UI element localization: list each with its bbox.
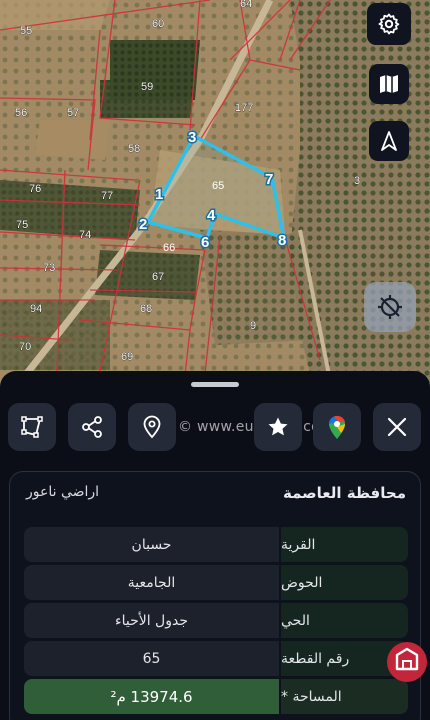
parcel-number-value: 65 <box>24 641 279 676</box>
parcel-info-card: محافظة العاصمة اراضي ناعور حسبان القرية … <box>9 471 421 720</box>
map-layers-button[interactable] <box>369 64 409 104</box>
parcel-label: 75 <box>16 219 28 231</box>
vertex-marker: 6 <box>201 234 209 251</box>
parcel-label: 57 <box>67 107 79 119</box>
selected-lot-label: 65 <box>212 180 224 192</box>
info-row-basin: الجامعية الحوض <box>24 565 408 600</box>
parcel-label: 56 <box>15 107 27 119</box>
share-button[interactable] <box>68 403 116 451</box>
north-arrow-icon <box>381 131 397 151</box>
vertex-marker: 4 <box>207 207 216 224</box>
polygon-icon <box>21 416 43 438</box>
site-logo <box>387 642 427 682</box>
area-label: المساحة * <box>281 679 408 714</box>
district-label: الحي <box>281 603 408 638</box>
info-row-village: حسبان القرية <box>24 527 408 562</box>
map-icon <box>380 75 398 93</box>
parcel-label: 94 <box>30 303 42 315</box>
favorite-button[interactable] <box>254 403 302 451</box>
info-row-area: 13974.6 م² المساحة * <box>24 679 408 714</box>
parcel-label: 69 <box>121 351 133 363</box>
parcel-label: 70 <box>19 341 31 353</box>
village-value: حسبان <box>24 527 279 562</box>
village-label: القرية <box>281 527 408 562</box>
info-row-parcel-number: 65 رقم القطعة <box>24 641 408 676</box>
map-view[interactable]: 60 64 55 59 56 57 177 58 76 77 3 75 74 7… <box>0 0 430 420</box>
parcel-label: 68 <box>140 303 152 315</box>
parcel-label: 67 <box>152 271 164 283</box>
land-name: اراضي ناعور <box>26 484 100 500</box>
vertex-marker: 3 <box>188 129 196 146</box>
close-button[interactable] <box>373 403 421 451</box>
close-icon <box>387 417 407 437</box>
parcel-label: 58 <box>128 143 140 155</box>
satellite-map[interactable]: 60 64 55 59 56 57 177 58 76 77 3 75 74 7… <box>0 0 430 420</box>
settings-button[interactable] <box>367 3 411 45</box>
parcel-label: 76 <box>29 183 41 195</box>
vertex-marker: 2 <box>139 216 147 233</box>
parcel-label: 177 <box>235 102 253 114</box>
gear-icon <box>378 13 400 35</box>
google-maps-button[interactable] <box>313 403 361 451</box>
area-value: 13974.6 م² <box>24 679 279 714</box>
basin-value: الجامعية <box>24 565 279 600</box>
parcel-label: 73 <box>43 262 55 274</box>
governorate-title: محافظة العاصمة <box>282 484 406 502</box>
parcel-label: 74 <box>79 229 91 241</box>
location-button[interactable] <box>128 403 176 451</box>
basin-label: الحوض <box>281 565 408 600</box>
parcel-label: 60 <box>152 18 164 30</box>
star-icon <box>268 417 288 436</box>
parcel-details-sheet: © www.eurokajo.com محافظة العاصمة اراضي … <box>0 371 430 720</box>
parcel-label: 55 <box>20 25 32 37</box>
polygon-button[interactable] <box>8 403 56 451</box>
lot-label: 66 <box>163 242 175 254</box>
location-pin-icon <box>143 415 161 439</box>
drag-handle[interactable] <box>191 382 239 387</box>
district-value: جدول الأحياء <box>24 603 279 638</box>
parcel-label: 77 <box>101 190 113 202</box>
parcel-label: 3 <box>354 175 360 187</box>
north-button[interactable] <box>369 121 409 161</box>
info-row-district: جدول الأحياء الحي <box>24 603 408 638</box>
my-location-button[interactable] <box>364 282 416 332</box>
share-icon <box>82 416 102 438</box>
vertex-marker: 8 <box>278 232 286 249</box>
vertex-marker: 1 <box>155 186 163 203</box>
gps-off-icon <box>378 295 402 319</box>
google-maps-icon <box>329 415 345 439</box>
parcel-label: 9 <box>250 320 256 332</box>
parcel-label: 59 <box>141 81 153 93</box>
parcel-label: 64 <box>240 0 252 10</box>
card-header: محافظة العاصمة اراضي ناعور <box>10 472 420 514</box>
vertex-marker: 7 <box>265 171 273 188</box>
